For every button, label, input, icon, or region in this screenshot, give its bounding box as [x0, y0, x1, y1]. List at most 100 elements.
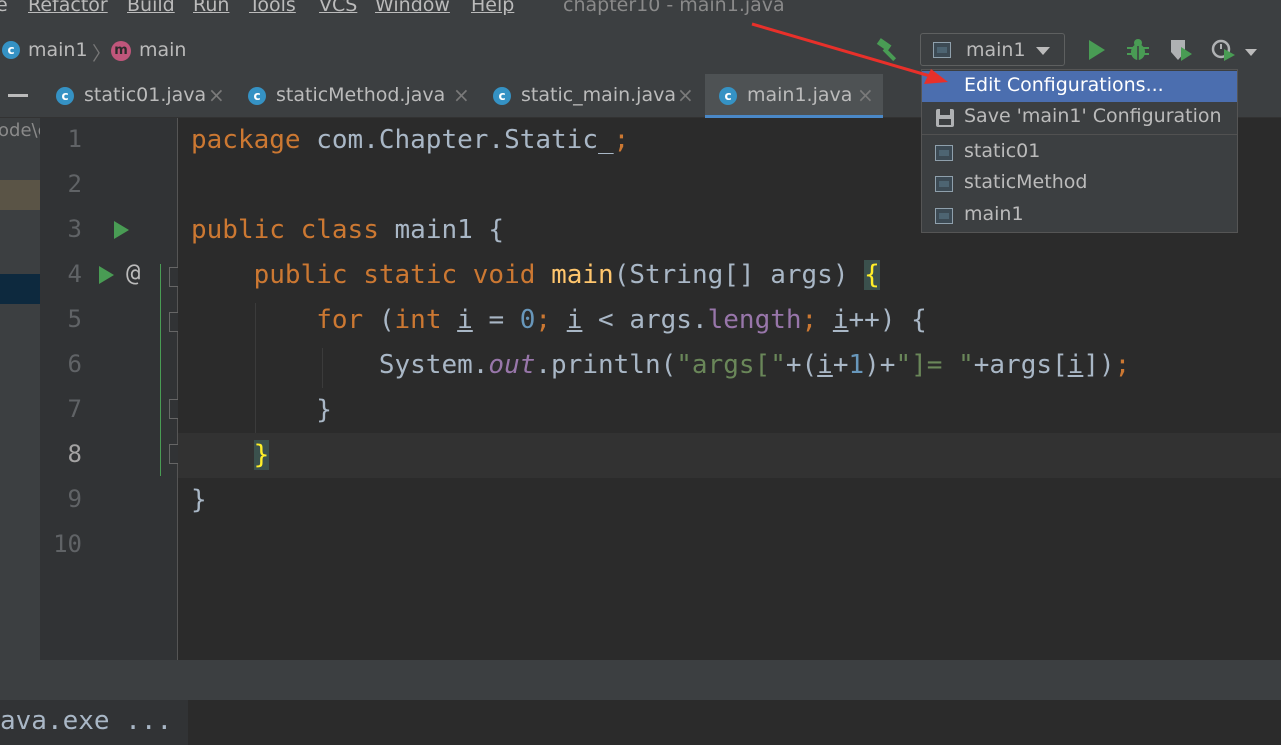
close-icon[interactable]: × — [453, 83, 470, 107]
menu-item-refactor[interactable]: Refactor — [28, 0, 108, 16]
line-number: 3 — [67, 215, 82, 243]
keyword: for — [316, 305, 364, 335]
variable: i — [817, 350, 833, 380]
tab-static-main[interactable]: c static_main.java × — [493, 74, 699, 118]
static-field: out — [488, 350, 536, 380]
line-number: 9 — [67, 485, 82, 513]
menu-item-edit-configurations[interactable]: Edit Configurations... — [922, 71, 1237, 102]
class-icon: c — [493, 87, 511, 105]
close-icon[interactable]: × — [677, 83, 694, 107]
chevron-down-icon — [1036, 47, 1050, 55]
tab-static01[interactable]: c static01.java × — [56, 74, 232, 118]
run-configuration-selector[interactable]: main1 — [920, 33, 1065, 66]
code-text: ; — [801, 305, 818, 335]
run-configuration-popup: Edit Configurations... Save 'main1' Conf… — [921, 69, 1238, 233]
project-tree-row-selected[interactable] — [0, 274, 40, 304]
field: length — [707, 305, 802, 335]
code-line-9: } — [191, 478, 207, 523]
code-text: ; — [613, 125, 630, 155]
line-number: 5 — [67, 305, 82, 333]
code-text: } — [191, 485, 207, 515]
matched-brace: { — [864, 260, 880, 290]
breadcrumb-method[interactable]: main — [139, 39, 186, 61]
project-panel[interactable]: ode\c — [0, 118, 40, 660]
variable: i — [1067, 350, 1084, 380]
menu-item-run[interactable]: Run — [193, 0, 229, 16]
tab-label: static01.java — [84, 84, 207, 106]
menu-item-build[interactable]: Build — [127, 0, 175, 16]
menu-item-file[interactable]: e — [0, 0, 8, 16]
code-text: ; — [535, 305, 552, 335]
menu-item-tools[interactable]: Tools — [249, 0, 296, 16]
debug-icon[interactable] — [1125, 37, 1151, 63]
save-icon — [936, 109, 954, 127]
string: "args[" — [676, 350, 786, 380]
breadcrumb-separator-icon: 〉 — [92, 43, 112, 65]
hammer-icon[interactable] — [876, 38, 902, 62]
line-number: 1 — [67, 125, 82, 153]
code-line-7: } — [191, 388, 332, 433]
minimize-icon[interactable] — [8, 94, 28, 97]
code-text: < args. — [582, 305, 708, 335]
menu-item-label: Edit Configurations... — [964, 74, 1164, 96]
class-icon: c — [2, 41, 20, 59]
editor-gutter[interactable] — [40, 118, 177, 660]
code-text: } — [316, 395, 332, 425]
run-main-gutter-icon[interactable] — [99, 266, 114, 284]
number: 1 — [848, 350, 865, 380]
tab-main1[interactable]: c main1.java × — [705, 74, 883, 118]
run-configuration-label: main1 — [966, 39, 1026, 61]
code-text: = — [472, 305, 520, 335]
line-number: 10 — [53, 530, 82, 558]
menu-item-window[interactable]: Window — [375, 0, 450, 16]
run-class-gutter-icon[interactable] — [114, 221, 129, 239]
run-icon[interactable] — [1087, 39, 1107, 61]
application-config-icon — [933, 42, 951, 58]
code-text: main1 { — [378, 215, 505, 245]
code-text: System. — [378, 350, 489, 380]
class-icon: c — [56, 87, 74, 105]
code-text: com.Chapter.Static_ — [300, 125, 614, 155]
project-path-text: ode\c — [0, 120, 40, 141]
code-text: ; — [1114, 350, 1131, 380]
code-text: + — [832, 350, 849, 380]
menu-item-label: Save 'main1' Configuration — [964, 105, 1222, 127]
code-text: ]) — [1083, 350, 1115, 380]
code-text: .println( — [535, 350, 677, 380]
menu-item-label: main1 — [964, 203, 1024, 225]
keyword: package — [191, 125, 301, 155]
fold-region-line — [160, 264, 161, 476]
application-config-icon — [935, 176, 953, 192]
keyword: void — [472, 260, 536, 290]
run-console[interactable]: ava.exe ... — [0, 700, 1281, 745]
menu-item-save-configuration[interactable]: Save 'main1' Configuration — [922, 102, 1237, 133]
line-number: 7 — [67, 395, 82, 423]
close-icon[interactable]: × — [208, 83, 225, 107]
breadcrumb-class[interactable]: main1 — [28, 39, 88, 61]
line-number-current: 8 — [67, 440, 82, 468]
navigation-bar: c main1 〉 m main main1 — [0, 22, 1281, 74]
menu-separator — [922, 134, 1237, 135]
close-icon[interactable]: × — [857, 83, 874, 107]
implements-marker-icon[interactable]: @ — [126, 259, 140, 287]
menu-item-config-static01[interactable]: static01 — [922, 137, 1237, 168]
string: "]= " — [895, 350, 974, 380]
menu-item-help[interactable]: Help — [471, 0, 514, 16]
tab-staticmethod[interactable]: c staticMethod.java × — [248, 74, 476, 118]
keyword: static — [363, 260, 458, 290]
tab-label: staticMethod.java — [276, 84, 446, 106]
coverage-icon[interactable] — [1168, 38, 1194, 62]
line-number: 2 — [67, 170, 82, 198]
menu-item-config-main1[interactable]: main1 — [922, 200, 1237, 231]
tab-label: main1.java — [747, 84, 853, 106]
console-output-text: ava.exe ... — [0, 706, 173, 736]
class-icon: c — [248, 87, 266, 105]
line-number: 6 — [67, 350, 82, 378]
profiler-dropdown-icon[interactable] — [1245, 49, 1257, 56]
profiler-icon[interactable] — [1211, 38, 1237, 62]
code-text: )+ — [864, 350, 896, 380]
menu-item-vcs[interactable]: VCS — [319, 0, 357, 16]
project-tree-row-highlight[interactable] — [0, 180, 40, 210]
variable: i — [457, 305, 473, 335]
menu-item-config-staticmethod[interactable]: staticMethod — [922, 168, 1237, 199]
